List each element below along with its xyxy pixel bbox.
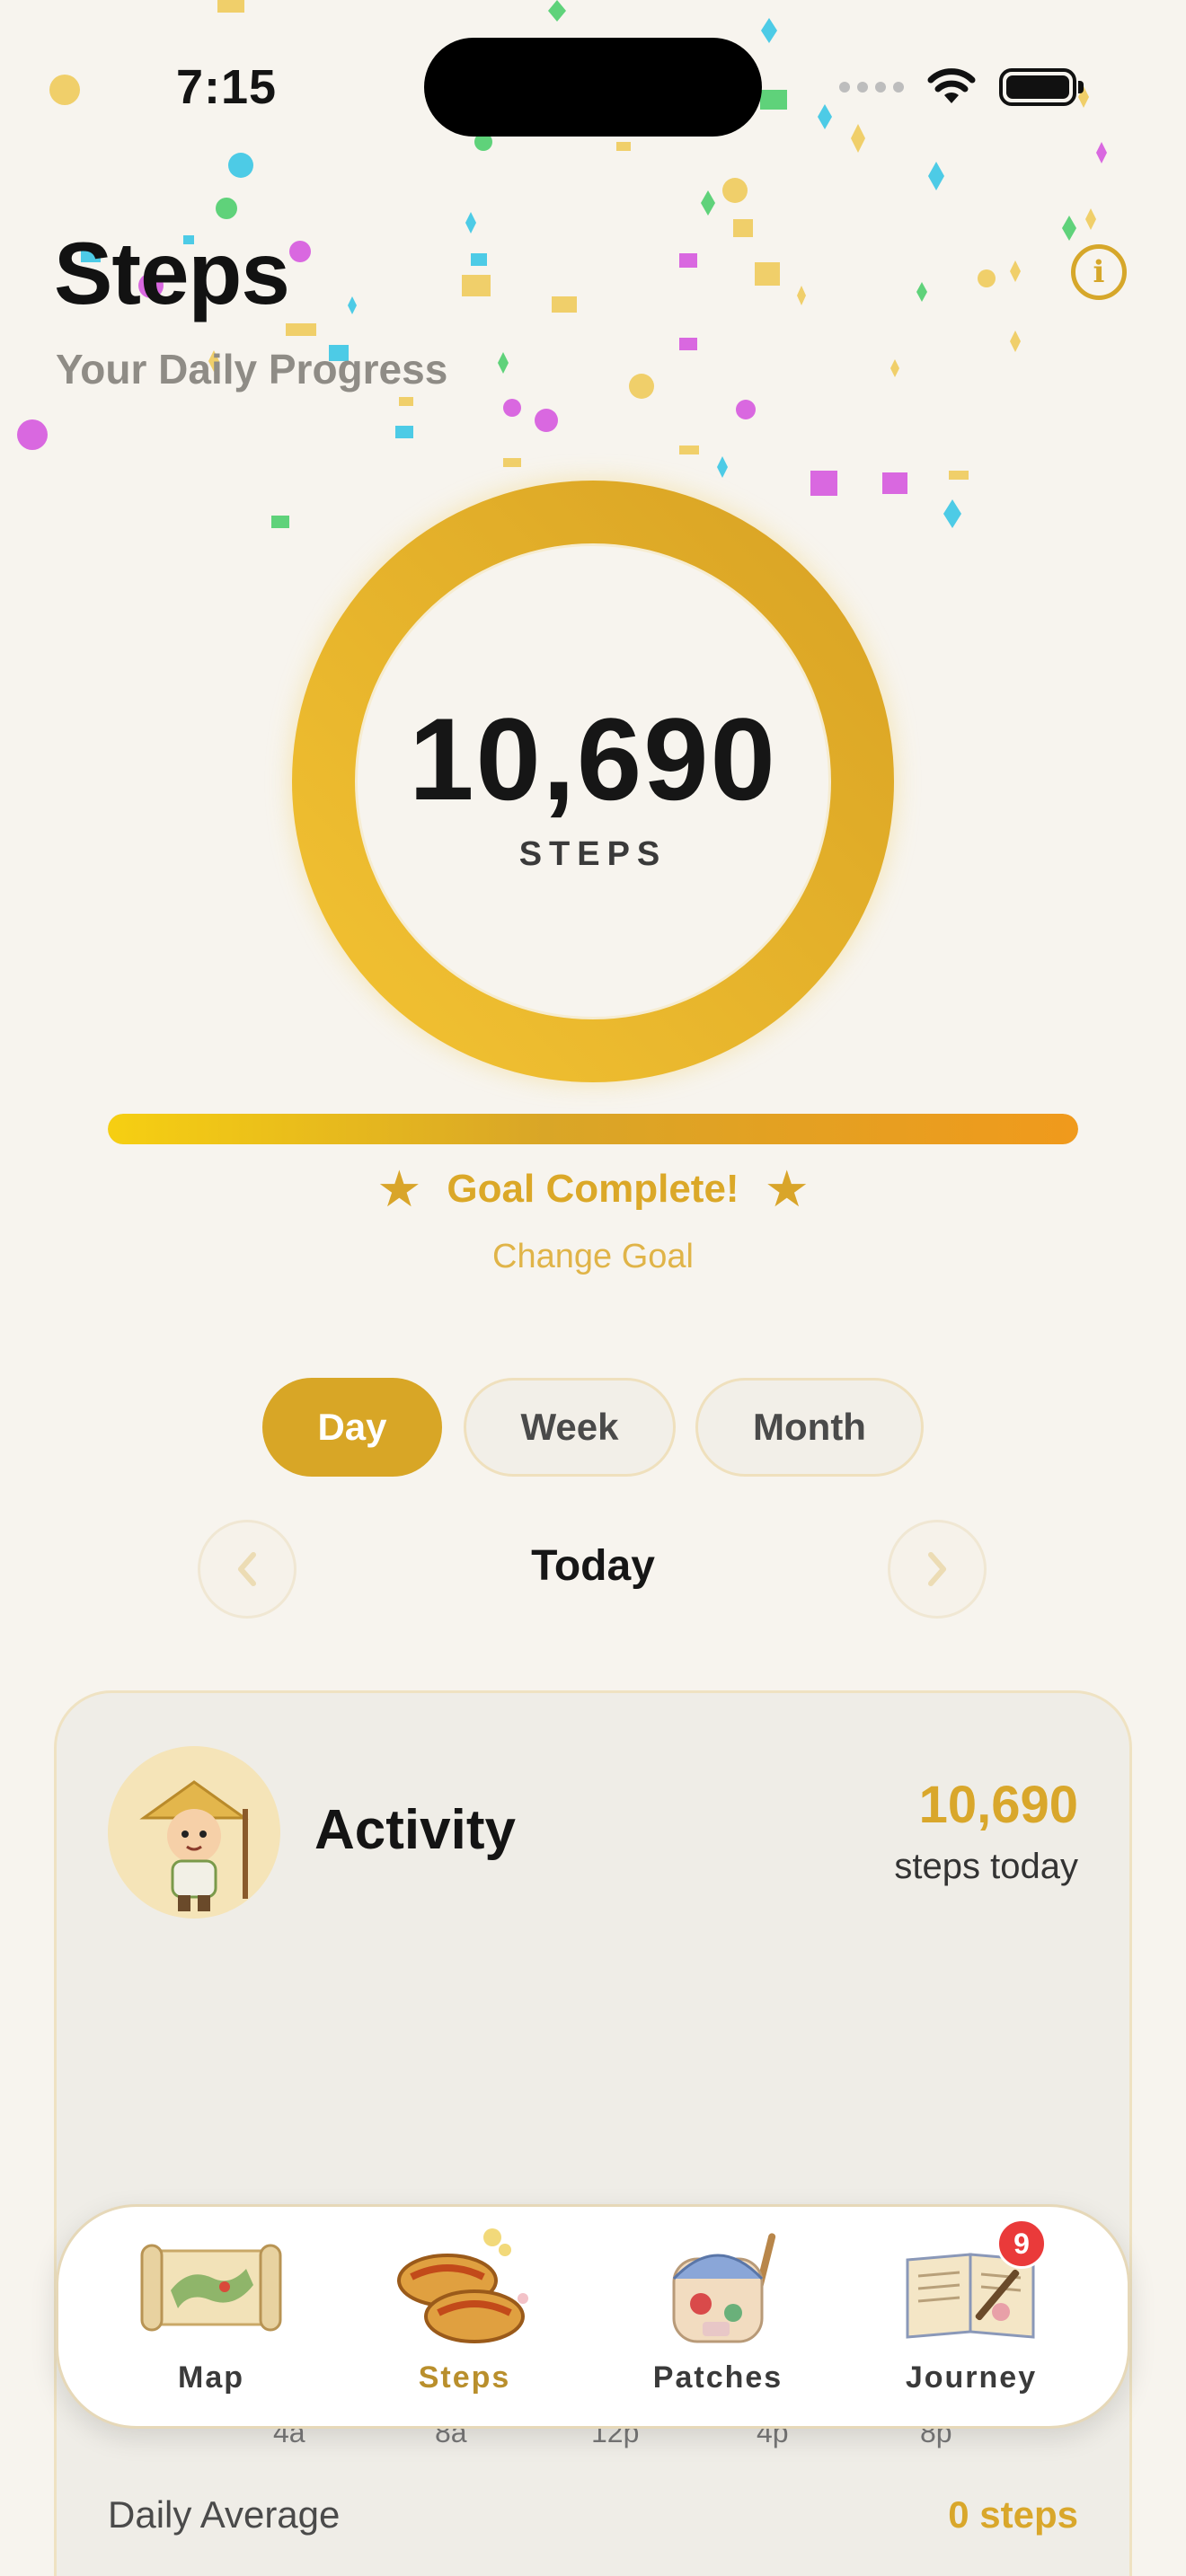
star-icon: ★ <box>764 1160 810 1217</box>
tab-map-label: Map <box>178 2360 244 2395</box>
goal-complete-text: Goal Complete! <box>447 1167 739 1211</box>
tab-journey[interactable]: 9 Journey <box>859 2219 1084 2416</box>
cellular-signal-icon <box>839 82 904 93</box>
journal-icon: 9 <box>890 2219 1052 2353</box>
daily-average-label: Daily Average <box>108 2493 341 2536</box>
tab-patches[interactable]: Patches <box>606 2219 830 2416</box>
segment-week[interactable]: Week <box>464 1378 676 1477</box>
change-goal-button[interactable]: Change Goal <box>0 1238 1186 1276</box>
journey-notification-badge: 9 <box>996 2219 1047 2269</box>
battery-icon <box>999 68 1084 106</box>
activity-steps-count: 10,690 <box>918 1776 1078 1834</box>
star-icon: ★ <box>376 1160 422 1217</box>
goal-status: ★ Goal Complete! ★ <box>0 1164 1186 1214</box>
sandals-icon <box>384 2219 545 2353</box>
map-scroll-icon <box>130 2219 292 2353</box>
info-icon[interactable]: i <box>1071 244 1127 300</box>
page-subtitle: Your Daily Progress <box>56 346 448 393</box>
page-title: Steps <box>54 224 290 322</box>
segment-day[interactable]: Day <box>262 1378 442 1477</box>
segment-month[interactable]: Month <box>695 1378 924 1477</box>
wifi-icon <box>927 68 976 103</box>
daily-average-value: 0 steps <box>948 2493 1078 2536</box>
dynamic-island <box>424 38 762 137</box>
next-period-button[interactable] <box>888 1520 987 1619</box>
steps-count: 10,690 <box>409 693 777 825</box>
tab-patches-label: Patches <box>652 2360 783 2395</box>
goal-progress-fill <box>108 1114 1078 1144</box>
period-label: Today <box>531 1542 655 1590</box>
backpack-icon <box>637 2219 799 2353</box>
activity-title: Activity <box>314 1799 516 1861</box>
tab-steps[interactable]: Steps <box>352 2219 577 2416</box>
tab-journey-label: Journey <box>905 2360 1038 2395</box>
hiker-avatar-icon <box>108 1746 280 1919</box>
goal-progress-bar <box>108 1114 1078 1144</box>
tab-steps-label: Steps <box>418 2360 511 2395</box>
tab-map[interactable]: Map <box>99 2219 323 2416</box>
steps-label: STEPS <box>518 835 668 873</box>
status-icons <box>839 65 1084 110</box>
status-time: 7:15 <box>176 60 278 114</box>
chevron-right-icon <box>928 1552 946 1586</box>
activity-steps-caption: steps today <box>894 1847 1078 1886</box>
